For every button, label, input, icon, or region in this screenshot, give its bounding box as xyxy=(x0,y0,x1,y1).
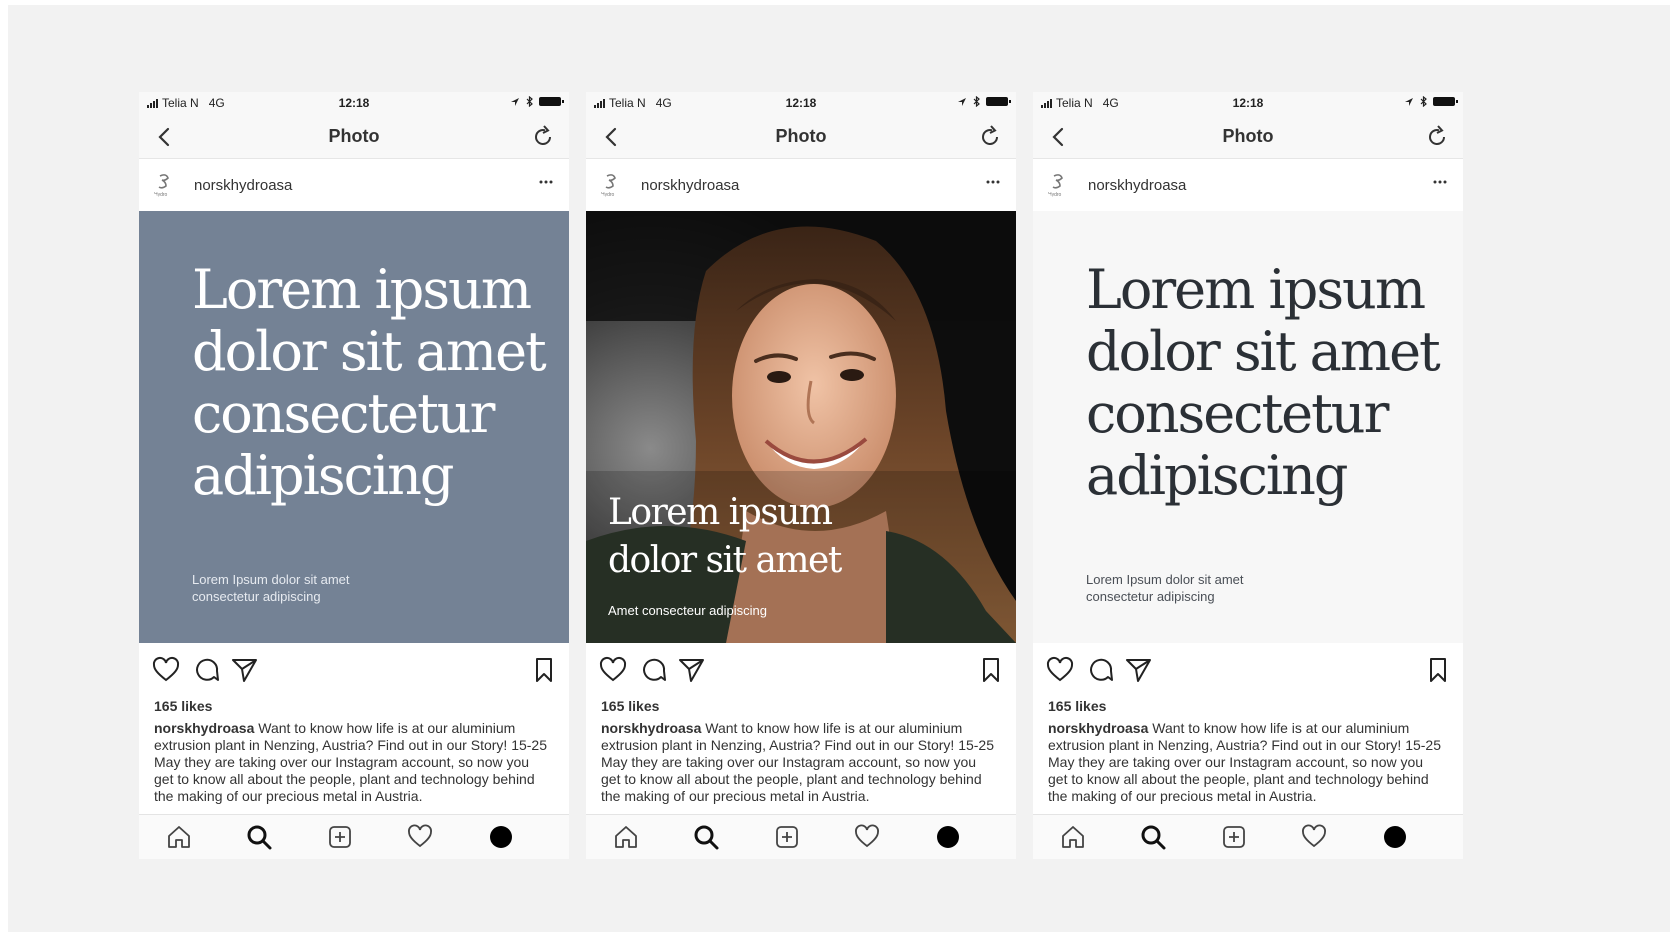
page-title: Photo xyxy=(775,126,827,146)
refresh-icon[interactable] xyxy=(529,123,557,151)
activity-icon[interactable] xyxy=(852,822,882,852)
post-header: Hydro norskhydroasa xyxy=(1033,159,1463,211)
profile-icon[interactable] xyxy=(486,822,516,852)
post-actions xyxy=(586,643,1016,695)
activity-icon[interactable] xyxy=(1299,822,1329,852)
post-subline: Lorem Ipsum dolor sit amet consectetur a… xyxy=(1086,572,1244,604)
more-icon[interactable] xyxy=(535,171,557,193)
post-headline: Lorem ipsum dolor sit amet consectetur a… xyxy=(1086,258,1441,507)
share-icon[interactable] xyxy=(229,655,259,685)
more-icon[interactable] xyxy=(1429,171,1451,193)
post-username[interactable]: norskhydroasa xyxy=(194,177,292,194)
add-icon[interactable] xyxy=(772,822,802,852)
battery-icon xyxy=(539,97,564,106)
likes-count[interactable]: 165 likes xyxy=(154,698,212,714)
likes-count[interactable]: 165 likes xyxy=(1048,698,1106,714)
more-icon[interactable] xyxy=(982,171,1004,193)
tab-bar xyxy=(1033,814,1463,859)
phone-mockup-photo: Telia N 4G 12:18 Photo Hydro norskhydroa… xyxy=(586,92,1016,859)
search-icon[interactable] xyxy=(244,822,274,852)
home-icon[interactable] xyxy=(164,822,194,852)
post-headline: Lorem ipsum dolor sit amet consectetur a… xyxy=(192,258,547,507)
phone-mockup-blue: Telia N 4G 12:18 Photo Hydro norskhydroa… xyxy=(139,92,569,859)
avatar-label: Hydro xyxy=(154,192,168,198)
bookmark-icon[interactable] xyxy=(529,655,559,685)
back-icon[interactable] xyxy=(598,123,626,151)
home-icon[interactable] xyxy=(611,822,641,852)
activity-icon[interactable] xyxy=(405,822,435,852)
location-icon xyxy=(1405,97,1413,106)
profile-icon[interactable] xyxy=(933,822,963,852)
tab-bar xyxy=(586,814,1016,859)
status-time: 12:18 xyxy=(1232,96,1264,110)
post-username[interactable]: norskhydroasa xyxy=(1088,177,1186,194)
search-icon[interactable] xyxy=(1138,822,1168,852)
post-caption: norskhydroasa Want to know how life is a… xyxy=(154,720,549,805)
post-image-photo[interactable]: Lorem ipsum dolor sit amet Amet consecte… xyxy=(586,211,1016,643)
location-icon xyxy=(511,97,519,106)
post-caption: norskhydroasa Want to know how life is a… xyxy=(1048,720,1443,805)
post-username[interactable]: norskhydroasa xyxy=(641,177,739,194)
refresh-icon[interactable] xyxy=(1423,123,1451,151)
avatar-label: Hydro xyxy=(601,192,615,198)
nav-bar: Photo xyxy=(1033,114,1463,159)
post-actions xyxy=(1033,643,1463,695)
share-icon[interactable] xyxy=(676,655,706,685)
bluetooth-icon xyxy=(1420,96,1427,107)
heart-icon[interactable] xyxy=(151,655,181,685)
phone-mockup-white: Telia N 4G 12:18 Photo Hydro norskhydroa… xyxy=(1033,92,1463,859)
profile-icon[interactable] xyxy=(1380,822,1410,852)
avatar-label: Hydro xyxy=(1048,192,1062,198)
caption-username[interactable]: norskhydroasa xyxy=(1048,720,1148,736)
post-caption: norskhydroasa Want to know how life is a… xyxy=(601,720,996,805)
refresh-icon[interactable] xyxy=(976,123,1004,151)
nav-bar: Photo xyxy=(586,114,1016,159)
status-bar: Telia N 4G 12:18 xyxy=(1033,92,1463,114)
battery-icon xyxy=(1433,97,1458,106)
post-image-blue[interactable]: Lorem ipsum dolor sit amet consectetur a… xyxy=(139,211,569,643)
home-icon[interactable] xyxy=(1058,822,1088,852)
comment-icon[interactable] xyxy=(638,655,668,685)
avatar[interactable]: Hydro xyxy=(1045,172,1073,198)
add-icon[interactable] xyxy=(325,822,355,852)
bookmark-icon[interactable] xyxy=(976,655,1006,685)
status-bar: Telia N 4G 12:18 xyxy=(139,92,569,114)
tab-bar xyxy=(139,814,569,859)
post-headline: Lorem ipsum dolor sit amet xyxy=(608,492,842,581)
avatar[interactable]: Hydro xyxy=(598,172,626,198)
avatar[interactable]: Hydro xyxy=(151,172,179,198)
heart-icon[interactable] xyxy=(598,655,628,685)
add-icon[interactable] xyxy=(1219,822,1249,852)
status-time: 12:18 xyxy=(338,96,370,110)
page-title: Photo xyxy=(328,126,380,146)
post-header: Hydro norskhydroasa xyxy=(586,159,1016,211)
location-icon xyxy=(958,97,966,106)
likes-count[interactable]: 165 likes xyxy=(601,698,659,714)
post-image-white[interactable]: Lorem ipsum dolor sit amet consectetur a… xyxy=(1033,211,1463,643)
mockup-canvas: Telia N 4G 12:18 Photo Hydro norskhydroa… xyxy=(8,5,1670,932)
status-time: 12:18 xyxy=(785,96,817,110)
back-icon[interactable] xyxy=(151,123,179,151)
page-title: Photo xyxy=(1222,126,1274,146)
back-icon[interactable] xyxy=(1045,123,1073,151)
nav-bar: Photo xyxy=(139,114,569,159)
post-subline: Amet consecteur adipiscing xyxy=(608,603,767,618)
caption-username[interactable]: norskhydroasa xyxy=(154,720,254,736)
heart-icon[interactable] xyxy=(1045,655,1075,685)
comment-icon[interactable] xyxy=(191,655,221,685)
bookmark-icon[interactable] xyxy=(1423,655,1453,685)
status-bar: Telia N 4G 12:18 xyxy=(586,92,1016,114)
post-actions xyxy=(139,643,569,695)
bluetooth-icon xyxy=(973,96,980,107)
comment-icon[interactable] xyxy=(1085,655,1115,685)
bluetooth-icon xyxy=(526,96,533,107)
post-subline: Lorem Ipsum dolor sit amet consectetur a… xyxy=(192,572,350,604)
caption-username[interactable]: norskhydroasa xyxy=(601,720,701,736)
post-header: Hydro norskhydroasa xyxy=(139,159,569,211)
share-icon[interactable] xyxy=(1123,655,1153,685)
battery-icon xyxy=(986,97,1011,106)
search-icon[interactable] xyxy=(691,822,721,852)
